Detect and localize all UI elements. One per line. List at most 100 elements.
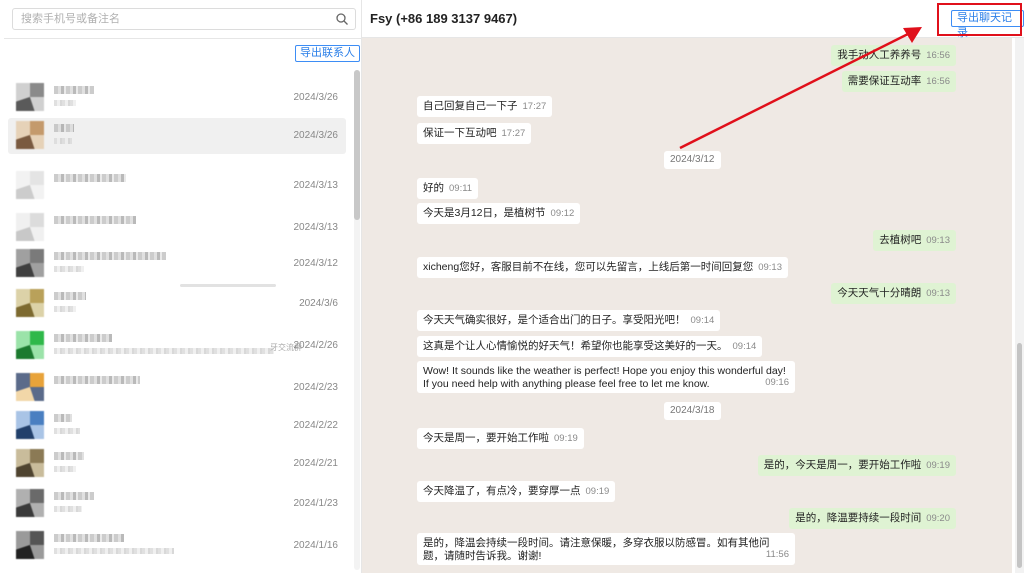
horizontal-scrollbar[interactable] [180,284,276,287]
message-time: 09:14 [690,315,715,326]
avatar [16,331,44,359]
message-text: Wow! It sounds like the weather is perfe… [423,365,786,390]
incoming-message: 今天是周一，要开始工作啦 09:19 [417,428,584,449]
avatar [16,289,44,317]
divider [4,38,362,39]
outgoing-message: 我手动人工养养号 16:56 [831,45,956,66]
outgoing-message: 需要保证互动率 16:56 [841,71,956,92]
contact-date: 2024/2/23 [293,382,339,393]
date-separator: 2024/3/12 [664,151,721,169]
annotation-highlight-box [937,3,1022,36]
avatar [16,489,44,517]
contact-row[interactable]: 2024/3/12 [8,246,346,282]
message-text: 是的，今天是周一，要开始工作啦 [763,459,922,471]
search-input[interactable] [13,9,323,29]
outgoing-message: 去植树吧 09:13 [873,230,956,251]
message-time: 11:56 [765,549,789,560]
outgoing-message: 是的，今天是周一，要开始工作啦 09:19 [757,455,956,476]
contact-preview-blurred [54,138,72,144]
contact-preview-blurred [54,100,76,106]
message-text: 是的，降温要持续一段时间 [795,512,922,524]
contact-name-blurred [54,492,94,500]
message-time: 09:13 [926,288,950,299]
message-text: 是的，降温会持续一段时间。请注意保暖，多穿衣服以防感冒。如有其他问题，请随时告诉… [423,537,770,562]
outgoing-message: 今天天气十分晴朗 09:13 [831,283,956,304]
contact-row[interactable]: 2024/3/13 [8,168,346,204]
contact-date: 2024/1/16 [293,540,339,551]
message-time: 17:27 [501,128,526,139]
incoming-message: 好的 09:11 [417,178,479,199]
search-box[interactable] [12,8,356,30]
chat-scrollbar[interactable] [1015,38,1024,573]
message-text: xicheng您好，客服目前不在线，您可以先留言，上线后第一时间回复您 [423,261,754,273]
contact-preview-blurred [54,548,174,554]
export-contacts-button[interactable]: 导出联系人 [295,45,360,62]
avatar [16,249,44,277]
contact-row[interactable]: 2024/2/23 [8,370,346,406]
message-time: 16:56 [926,50,950,61]
message-text: 今天降温了，有点冷，要穿厚一点 [423,485,581,497]
whatsapp-export-app: 导出联系人 2024/3/26 2024/3/26 2024/3/13 2024/3/… [0,0,1024,573]
contact-row[interactable]: 牙交流群 2024/2/26 [8,328,346,364]
message-time: 16:56 [926,76,950,87]
contact-date: 2024/3/13 [293,222,339,233]
message-text: 我手动人工养养号 [837,49,922,61]
message-time: 09:20 [926,513,950,524]
contact-row[interactable]: 2024/1/23 [8,486,346,522]
message-text: 保证一下互动吧 [423,127,497,139]
message-time: 09:19 [554,433,578,444]
date-separator: 2024/3/18 [664,402,721,420]
scrollbar-thumb[interactable] [354,70,360,220]
date-separator-text: 2024/3/12 [670,154,715,165]
contact-date: 2024/2/26 [293,340,339,351]
contact-preview-blurred [54,306,76,312]
avatar [16,213,44,241]
avatar [16,83,44,111]
incoming-message: 今天降温了，有点冷，要穿厚一点 09:19 [417,481,616,502]
contact-preview-blurred [54,466,76,472]
contact-date: 2024/1/23 [293,498,339,509]
contact-list-scrollbar[interactable] [354,70,360,570]
contact-row[interactable]: 2024/2/22 [8,408,346,444]
contact-preview-blurred [54,266,84,272]
contact-name-blurred [54,124,74,132]
contact-row[interactable]: 2024/3/26 [8,80,346,116]
avatar [16,449,44,477]
scrollbar-thumb[interactable] [1017,343,1022,568]
incoming-message: Wow! It sounds like the weather is perfe… [417,361,795,393]
contact-row[interactable]: 2024/3/26 [8,118,346,154]
contact-preview-blurred [54,506,82,512]
contact-name-blurred [54,252,166,260]
avatar [16,373,44,401]
outgoing-message: 是的，降温要持续一段时间 09:20 [789,508,956,529]
contact-row[interactable]: 2024/3/13 [8,210,346,246]
message-time: 09:13 [926,235,950,246]
contact-row[interactable]: 2024/2/21 [8,446,346,482]
contact-preview-blurred [54,348,274,354]
contact-name-blurred [54,414,72,422]
chat-title: Fsy (+86 189 3137 9467) [370,11,518,26]
incoming-message: 今天天气确实很好，是个适合出门的日子。享受阳光吧！ 09:14 [417,310,721,331]
search-icon[interactable] [335,12,349,26]
incoming-message: 是的，降温会持续一段时间。请注意保暖，多穿衣服以防感冒。如有其他问题，请随时告诉… [417,533,795,565]
contact-name-blurred [54,174,126,182]
message-text: 今天天气确实很好，是个适合出门的日子。享受阳光吧！ [423,314,686,326]
avatar [16,531,44,559]
message-time: 17:27 [522,101,547,112]
contact-row[interactable]: 2024/3/6 [8,286,346,322]
contact-date: 2024/3/12 [293,258,339,269]
contact-name-blurred [54,292,86,300]
contact-date: 2024/3/26 [293,130,339,141]
message-text: 需要保证互动率 [847,75,922,87]
message-time: 09:16 [765,377,789,388]
message-time: 09:19 [585,486,610,497]
contact-name-blurred [54,376,140,384]
contact-row[interactable]: 2024/1/16 [8,528,346,564]
message-time: 09:13 [758,262,782,273]
contact-date: 2024/2/22 [293,420,339,431]
incoming-message: xicheng您好，客服目前不在线，您可以先留言，上线后第一时间回复您 09:13 [417,257,788,278]
contact-name-blurred [54,86,94,94]
contact-name-blurred [54,334,112,342]
contact-name-blurred [54,534,124,542]
contact-date: 2024/3/6 [299,298,338,309]
